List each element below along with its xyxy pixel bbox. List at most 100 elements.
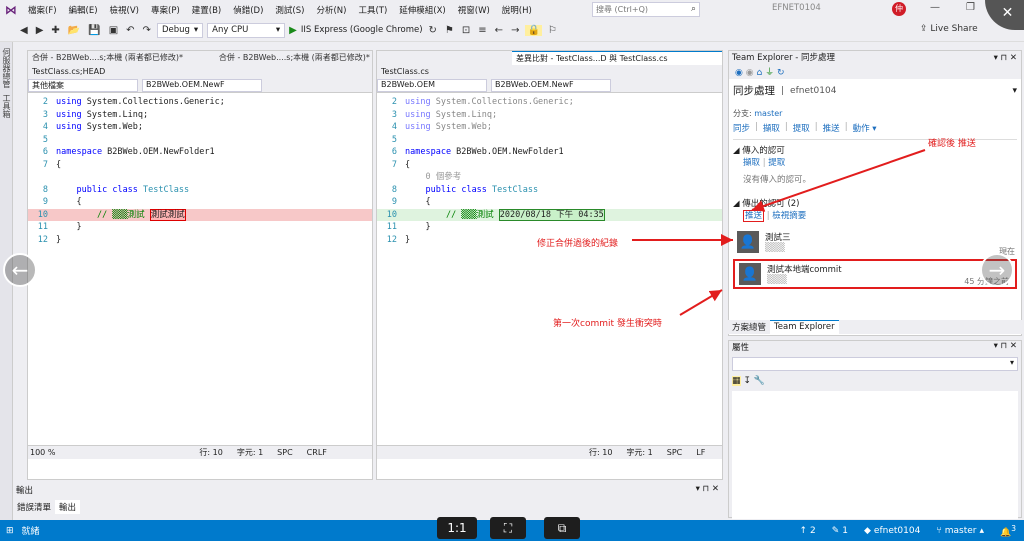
comment-icon[interactable]: ≡	[476, 25, 488, 36]
refresh-icon[interactable]: ↻	[427, 25, 439, 36]
menu-item-4[interactable]: 建置(B)	[186, 4, 227, 16]
new-project-icon[interactable]: ✚	[49, 25, 61, 36]
forward-icon[interactable]: ◉	[746, 68, 754, 78]
next-arrow-button[interactable]: →	[980, 253, 1014, 287]
menu-item-2[interactable]: 檢視(V)	[104, 4, 145, 16]
refresh-icon[interactable]: ↻	[777, 68, 785, 78]
repo-selector[interactable]: efnet0104	[874, 526, 920, 536]
menu-item-6[interactable]: 測試(S)	[269, 4, 310, 16]
branch-link[interactable]: master	[754, 109, 782, 118]
separator: |	[784, 122, 788, 132]
menu-item-0[interactable]: 檔案(F)	[22, 4, 63, 16]
save-all-icon[interactable]: ▣	[107, 25, 120, 36]
open-icon[interactable]: 📂	[66, 25, 82, 36]
menu-item-5[interactable]: 偵錯(D)	[227, 4, 269, 16]
commit-item[interactable]: 👤 測試本地端commit ▒▒▒ 45 分鐘之前	[733, 259, 1017, 289]
prev-arrow-button[interactable]: ←	[3, 253, 37, 287]
user-avatar[interactable]: 仲	[892, 2, 906, 16]
menu-item-3[interactable]: 專案(P)	[145, 4, 186, 16]
menu-item-1[interactable]: 編輯(E)	[63, 4, 104, 16]
left-project-dropdown[interactable]: 其他檔案	[28, 79, 138, 92]
run-target-button[interactable]: IIS Express (Google Chrome)	[301, 25, 423, 35]
menu-item-11[interactable]: 說明(H)	[496, 4, 538, 16]
menu-item-8[interactable]: 工具(T)	[352, 4, 393, 16]
line-number: 7	[391, 159, 397, 170]
line-number: 9	[42, 197, 48, 207]
output-titlebar: 輸出 ▾ ⊓ ✕	[13, 484, 723, 498]
eol-indicator: CRLF	[306, 448, 327, 457]
browser-link-icon[interactable]: ⚑	[443, 25, 456, 36]
alphabetical-icon[interactable]: ↧	[743, 376, 751, 386]
pane-controls-icon[interactable]: ▾ ⊓ ✕	[994, 341, 1021, 355]
search-input[interactable]: 搜尋 (Ctrl+Q) ⌕	[592, 2, 700, 17]
properties-object-dropdown[interactable]: ▾	[732, 357, 1018, 371]
undo-icon[interactable]: ↶	[124, 25, 136, 36]
back-icon[interactable]: ◉	[735, 68, 743, 78]
line-number: 8	[42, 184, 48, 195]
tab-diff[interactable]: 差異比對 - TestClass...D 與 TestClass.cs	[512, 51, 722, 65]
tab-merge-1[interactable]: 合併 - B2BWeb....s;本機 (兩者都已修改)*	[28, 51, 215, 65]
commit-item[interactable]: 👤 測試三 ▒▒▒ 現在	[729, 227, 1021, 257]
zoom-1to1-button[interactable]: 1:1	[437, 517, 477, 539]
toolbox-tab[interactable]: 工具箱	[1, 94, 12, 118]
left-class-dropdown[interactable]: B2BWeb.OEM.NewF	[142, 79, 262, 92]
sync-action-0[interactable]: 同步	[733, 122, 750, 134]
fit-screen-icon[interactable]: ⛶	[490, 517, 526, 539]
view-summary-link[interactable]: 檢視摘要	[772, 211, 806, 221]
sync-action-2[interactable]: 提取	[793, 122, 810, 134]
menu-item-7[interactable]: 分析(N)	[310, 4, 352, 16]
tab-merge-2[interactable]: 合併 - B2BWeb....s;本機 (兩者都已修改)*	[214, 51, 372, 65]
nav-forward-icon[interactable]: →	[509, 25, 521, 36]
incoming-empty: 沒有傳入的認可。	[743, 175, 812, 185]
restore-button[interactable]: ❐	[966, 2, 975, 13]
minimize-button[interactable]: —	[930, 2, 940, 13]
chevron-down-icon[interactable]: ▾	[1012, 86, 1017, 96]
wrench-icon[interactable]: 🔧	[754, 376, 765, 386]
redo-icon[interactable]: ↷	[141, 25, 153, 36]
home-icon[interactable]: ⌂	[756, 68, 762, 78]
tab-output[interactable]: 輸出	[55, 500, 81, 514]
sync-action-4[interactable]: 動作 ▾	[853, 122, 877, 134]
left-code-editor[interactable]: 2 using System.Collections.Generic; 3 using…	[28, 93, 372, 445]
fetch-link[interactable]: 擷取	[743, 158, 760, 168]
plug-icon[interactable]: ⏚	[765, 68, 774, 78]
zoom-level[interactable]: 100 %	[30, 448, 55, 457]
server-explorer-tab[interactable]: 伺服器總管	[1, 48, 12, 88]
back-icon[interactable]: ◀	[18, 25, 30, 36]
pull-link[interactable]: 提取	[768, 158, 785, 168]
live-share-button[interactable]: ⇪ Live Share	[920, 24, 978, 34]
run-icon[interactable]: ▶	[289, 25, 297, 36]
nav-back-icon[interactable]: ←	[493, 25, 505, 36]
branch-selector[interactable]: master	[945, 526, 977, 536]
collapse-icon[interactable]: ◢	[733, 146, 740, 156]
sync-action-1[interactable]: 擷取	[763, 122, 780, 134]
categorized-icon[interactable]: ▦	[732, 376, 741, 386]
config-dropdown[interactable]: Debug ▾	[156, 22, 204, 38]
pane-controls-icon[interactable]: ▾ ⊓ ✕	[696, 484, 723, 498]
screenshot-icon[interactable]: ⊡	[460, 25, 472, 36]
right-class-dropdown[interactable]: B2BWeb.OEM.NewF	[491, 79, 611, 92]
push-link[interactable]: 推送	[743, 210, 765, 222]
spc-indicator: SPC	[666, 448, 683, 457]
line-number: 2	[42, 97, 48, 107]
flag-icon[interactable]: ⚐	[546, 25, 559, 36]
forward-icon[interactable]: ▶	[34, 25, 46, 36]
menu-item-9[interactable]: 延伸模組(X)	[393, 4, 451, 16]
tab-error-list[interactable]: 錯誤清單	[13, 500, 55, 514]
unpushed-count[interactable]: 2	[810, 526, 816, 536]
sync-action-3[interactable]: 推送	[823, 122, 840, 134]
crop-icon[interactable]: ⧉	[544, 517, 580, 539]
platform-dropdown[interactable]: Any CPU ▾	[207, 22, 286, 38]
tab-solution-explorer[interactable]: 方案總管	[728, 320, 770, 334]
code-text: // ▒▒▒測試 2020/08/18 下午 04:35	[445, 208, 605, 221]
save-icon[interactable]: 💾	[86, 25, 102, 36]
menu-item-10[interactable]: 視窗(W)	[452, 4, 496, 16]
collapse-icon[interactable]: ◢	[733, 199, 740, 209]
lock-icon[interactable]: 🔒	[525, 24, 542, 36]
pane-controls-icon[interactable]: ▾ ⊓ ✕	[994, 51, 1021, 65]
right-project-dropdown[interactable]: B2BWeb.OEM	[377, 79, 487, 92]
tab-team-explorer[interactable]: Team Explorer	[770, 320, 839, 334]
notifications-icon[interactable]: 🔔3	[1000, 524, 1016, 538]
right-code-editor[interactable]: 2 using System.Collections.Generic; 3 using…	[377, 93, 722, 445]
changes-count[interactable]: 1	[842, 526, 848, 536]
